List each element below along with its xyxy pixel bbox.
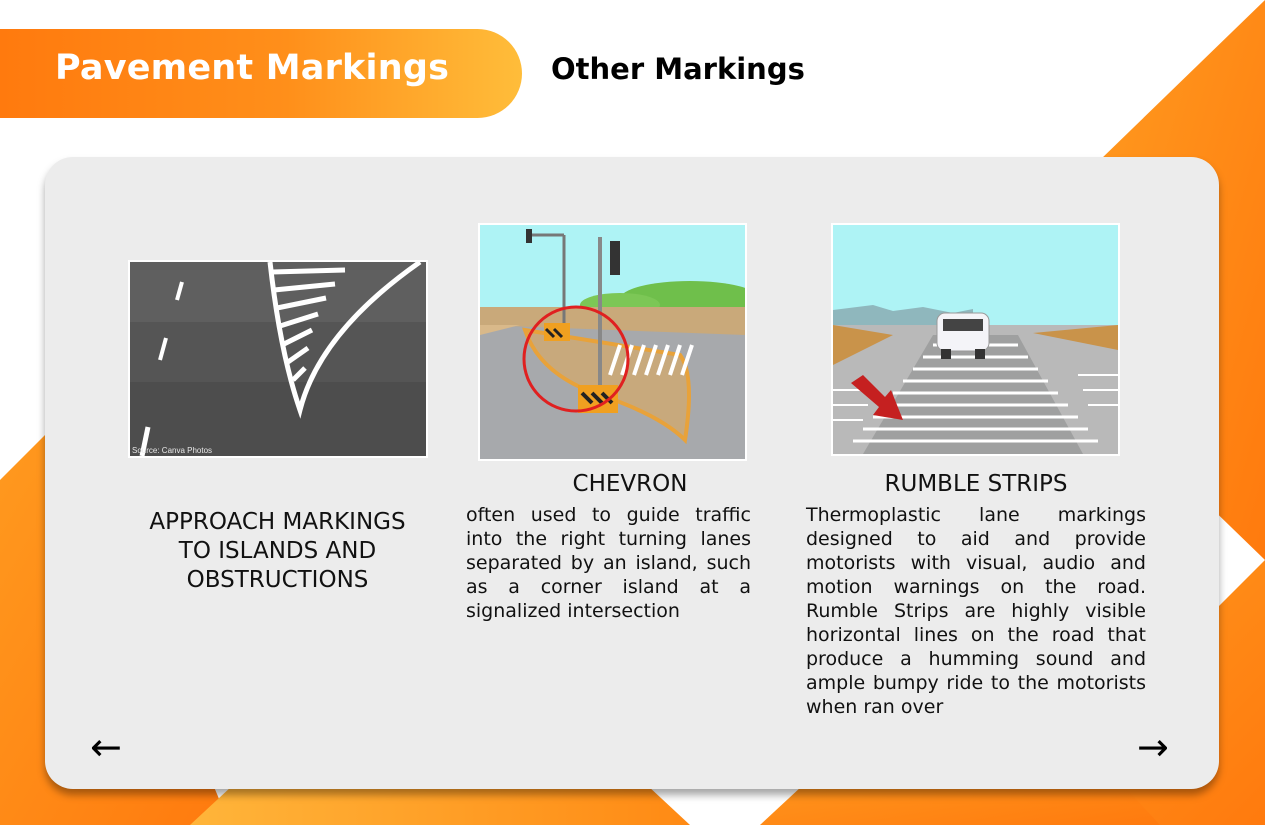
approach-markings-image: Source: Canva Photos (128, 260, 428, 458)
page-title: Pavement Markings (55, 48, 450, 88)
chevron-illustration (480, 225, 745, 459)
left-arrow-icon[interactable]: ← (90, 728, 122, 766)
rumble-strips-image (831, 223, 1120, 456)
image-credit: Source: Canva Photos (132, 446, 213, 455)
rumble-strips-illustration (833, 225, 1118, 454)
approach-markings-title: APPROACH MARKINGS TO ISLANDS AND OBSTRUC… (149, 509, 406, 593)
chevron-title: CHEVRON (572, 471, 688, 497)
chevron-image (478, 223, 747, 461)
right-arrow-icon[interactable]: → (1137, 728, 1169, 766)
approach-markings-illustration (130, 262, 426, 457)
rumble-strips-description: Thermoplastic lane markings designed to … (806, 504, 1146, 718)
chevron-description: often used to guide traffic into the rig… (466, 504, 751, 622)
section-title: Other Markings (551, 52, 805, 86)
rumble-strips-title: RUMBLE STRIPS (884, 471, 1068, 497)
